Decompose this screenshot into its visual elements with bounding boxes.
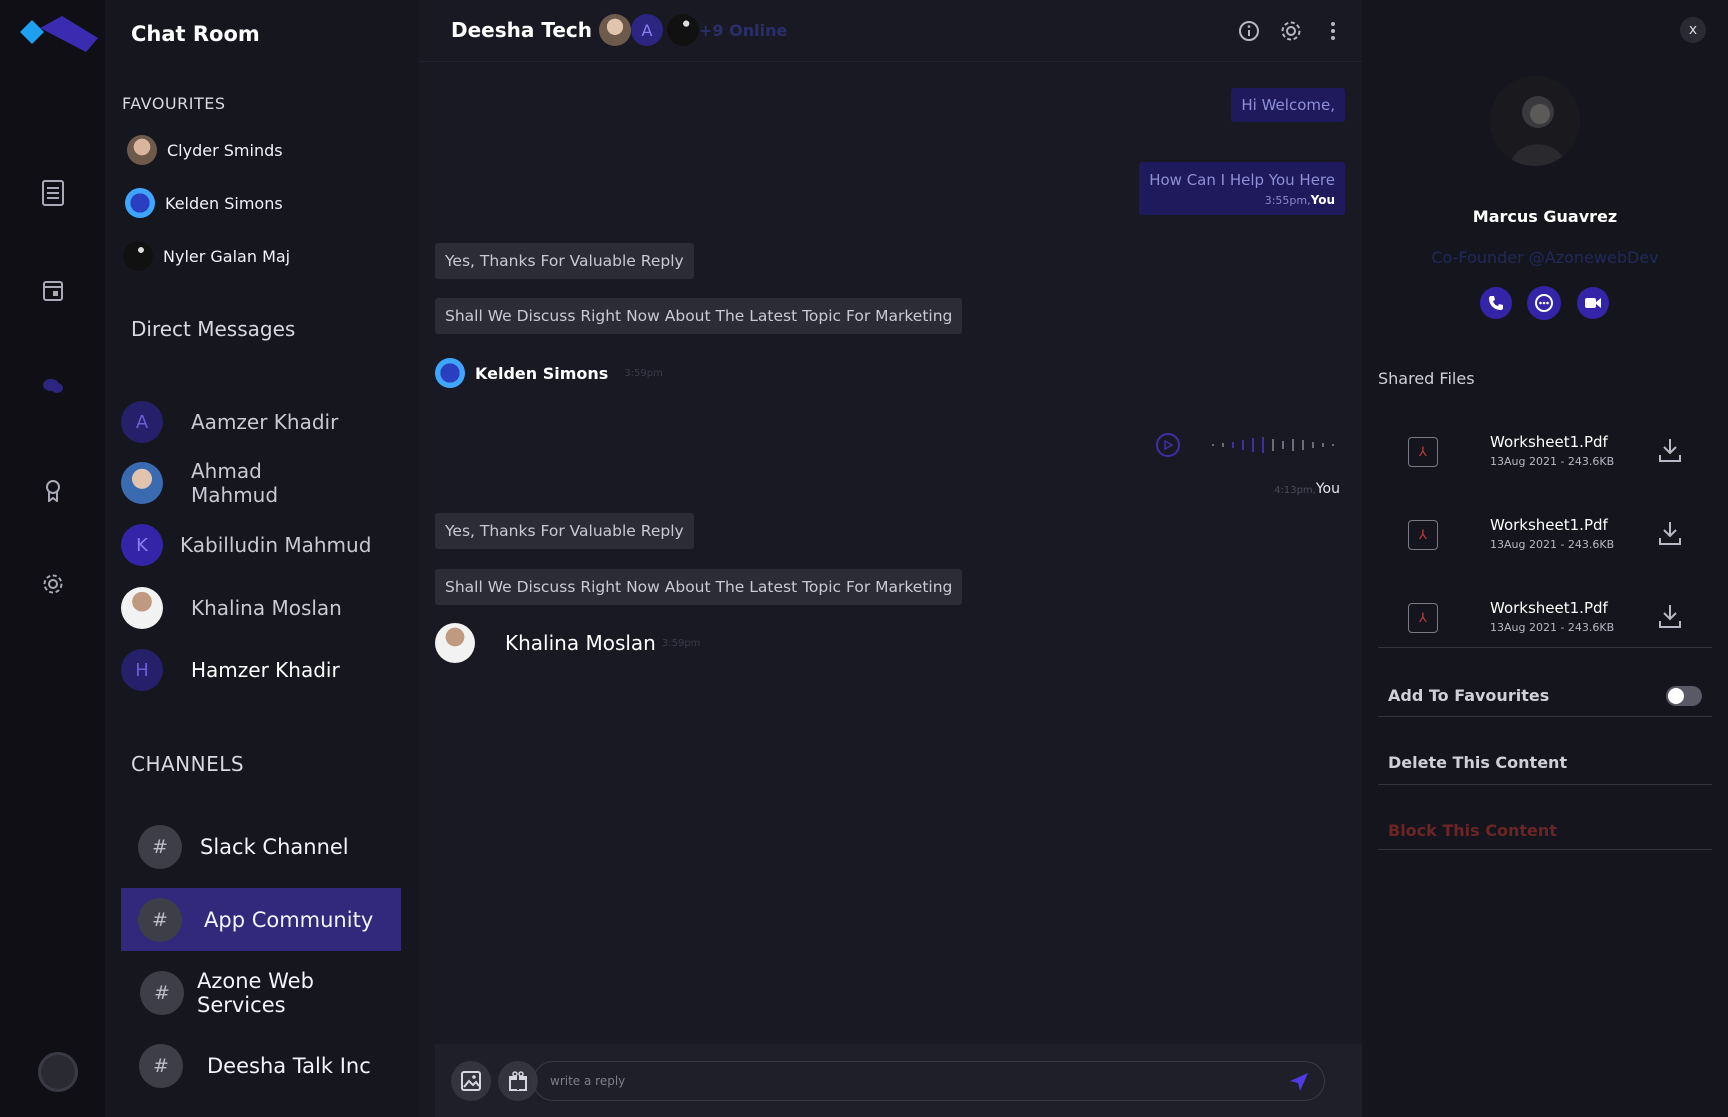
shared-file-item[interactable]: ⅄ Worksheet1.Pdf 13Aug 2021 - 243.6KB: [1408, 433, 1688, 473]
pdf-icon: ⅄: [1408, 437, 1438, 467]
profile-name: Marcus Guavrez: [1472, 207, 1618, 226]
message-outgoing: Hi Welcome,: [1231, 88, 1345, 122]
hash-icon: #: [138, 824, 182, 869]
audio-message: [1156, 433, 1334, 457]
dm-item[interactable]: H Hamzer Khadir: [121, 649, 340, 691]
message-icon[interactable]: [1527, 286, 1561, 320]
profile-role: Co-Founder @AzonewebDev: [1431, 248, 1659, 267]
download-icon[interactable]: [1658, 603, 1682, 629]
block-content-row[interactable]: Block This Content: [1378, 784, 1712, 850]
member-avatar[interactable]: A: [631, 14, 663, 46]
favourite-item[interactable]: Kelden Simons: [125, 188, 283, 218]
avatar: [121, 462, 163, 504]
hash-icon: #: [139, 1043, 183, 1088]
profile-avatar: [1490, 76, 1580, 166]
message-incoming: Shall We Discuss Right Now About The Lat…: [435, 569, 963, 605]
gift-icon[interactable]: [498, 1061, 538, 1101]
channel-item[interactable]: # Slack Channel: [121, 815, 401, 878]
hash-icon: #: [140, 970, 184, 1015]
delete-content-row[interactable]: Delete This Content: [1378, 716, 1712, 782]
send-icon[interactable]: [1288, 1071, 1310, 1093]
channel-item-active[interactable]: # App Community: [121, 888, 401, 951]
play-icon[interactable]: [1156, 433, 1180, 457]
avatar: [127, 135, 157, 165]
image-upload-icon[interactable]: [451, 1061, 491, 1101]
message-sender: Khalina Moslan 3:59pm: [435, 623, 700, 663]
video-call-icon[interactable]: [1577, 287, 1609, 319]
shared-file-item[interactable]: ⅄ Worksheet1.Pdf 13Aug 2021 - 243.6KB: [1408, 599, 1688, 639]
chat-area: Deesha Tech A +9 Online Hi Welcome, How …: [419, 0, 1362, 1117]
reply-input[interactable]: [533, 1061, 1325, 1101]
chat-app: Chat Room FAVOURITES Clyder Sminds Kelde…: [0, 0, 1728, 1117]
documents-icon[interactable]: [38, 178, 68, 208]
hash-icon: #: [138, 897, 182, 942]
nav-rail: [0, 0, 105, 1117]
message-composer: [435, 1044, 1362, 1117]
message-sender: Kelden Simons 3:59pm: [435, 358, 663, 388]
avatar: [435, 623, 475, 663]
profile-panel: x Marcus Guavrez Co-Founder @AzonewebDev…: [1362, 0, 1728, 1117]
app-logo[interactable]: [20, 16, 98, 58]
info-icon[interactable]: [1236, 18, 1262, 44]
settings-icon[interactable]: [38, 569, 68, 599]
favourite-item[interactable]: Clyder Sminds: [127, 135, 283, 165]
dm-item[interactable]: Khalina Moslan: [121, 587, 342, 629]
dm-item[interactable]: Ahmad Mahmud: [121, 459, 301, 507]
more-options-icon[interactable]: [1320, 18, 1346, 44]
audio-meta: 4:13pm,You: [1274, 481, 1340, 497]
pdf-icon: ⅄: [1408, 520, 1438, 550]
settings-icon[interactable]: [1278, 18, 1304, 44]
message-outgoing: How Can I Help You Here 3:55pm,You: [1139, 162, 1345, 215]
direct-messages-header: Direct Messages: [131, 317, 296, 341]
channel-item[interactable]: # Azone Web Services: [121, 961, 401, 1024]
dm-item[interactable]: A Aamzer Khadir: [121, 401, 338, 443]
audio-waveform[interactable]: [1212, 437, 1334, 453]
download-icon[interactable]: [1658, 520, 1682, 546]
message-incoming: Shall We Discuss Right Now About The Lat…: [435, 298, 963, 334]
message-incoming: Yes, Thanks For Valuable Reply: [435, 243, 694, 279]
add-favourites-row: Add To Favourites: [1378, 647, 1712, 713]
avatar: [435, 358, 465, 388]
avatar: A: [121, 401, 163, 443]
favourites-header: FAVOURITES: [122, 94, 226, 113]
calendar-icon[interactable]: [38, 275, 68, 305]
user-avatar[interactable]: [38, 1052, 78, 1092]
shared-files-header: Shared Files: [1378, 369, 1475, 388]
shared-file-item[interactable]: ⅄ Worksheet1.Pdf 13Aug 2021 - 243.6KB: [1408, 516, 1688, 556]
online-count[interactable]: +9 Online: [699, 21, 787, 40]
award-icon[interactable]: [38, 476, 68, 506]
sidebar: Chat Room FAVOURITES Clyder Sminds Kelde…: [105, 0, 419, 1117]
favourites-toggle[interactable]: [1666, 686, 1702, 706]
chat-icon[interactable]: [38, 371, 68, 401]
chat-title: Deesha Tech: [451, 18, 592, 42]
phone-icon[interactable]: [1480, 287, 1512, 319]
member-avatar[interactable]: [667, 14, 699, 46]
dm-item[interactable]: K Kabilludin Mahmud: [121, 524, 371, 566]
avatar: K: [121, 524, 163, 566]
favourite-item[interactable]: Nyler Galan Maj: [123, 241, 290, 271]
avatar: [125, 188, 155, 218]
avatar: H: [121, 649, 163, 691]
close-button[interactable]: x: [1680, 17, 1706, 43]
channels-header: CHANNELS: [131, 752, 245, 776]
avatar: [123, 241, 153, 271]
member-avatar[interactable]: [599, 14, 631, 46]
chat-header: Deesha Tech A +9 Online: [419, 0, 1362, 62]
pdf-icon: ⅄: [1408, 603, 1438, 633]
channel-item[interactable]: # Deesha Talk Inc: [121, 1034, 401, 1097]
message-incoming: Yes, Thanks For Valuable Reply: [435, 513, 694, 549]
sidebar-title: Chat Room: [131, 22, 260, 46]
avatar: [121, 587, 163, 629]
download-icon[interactable]: [1658, 437, 1682, 463]
